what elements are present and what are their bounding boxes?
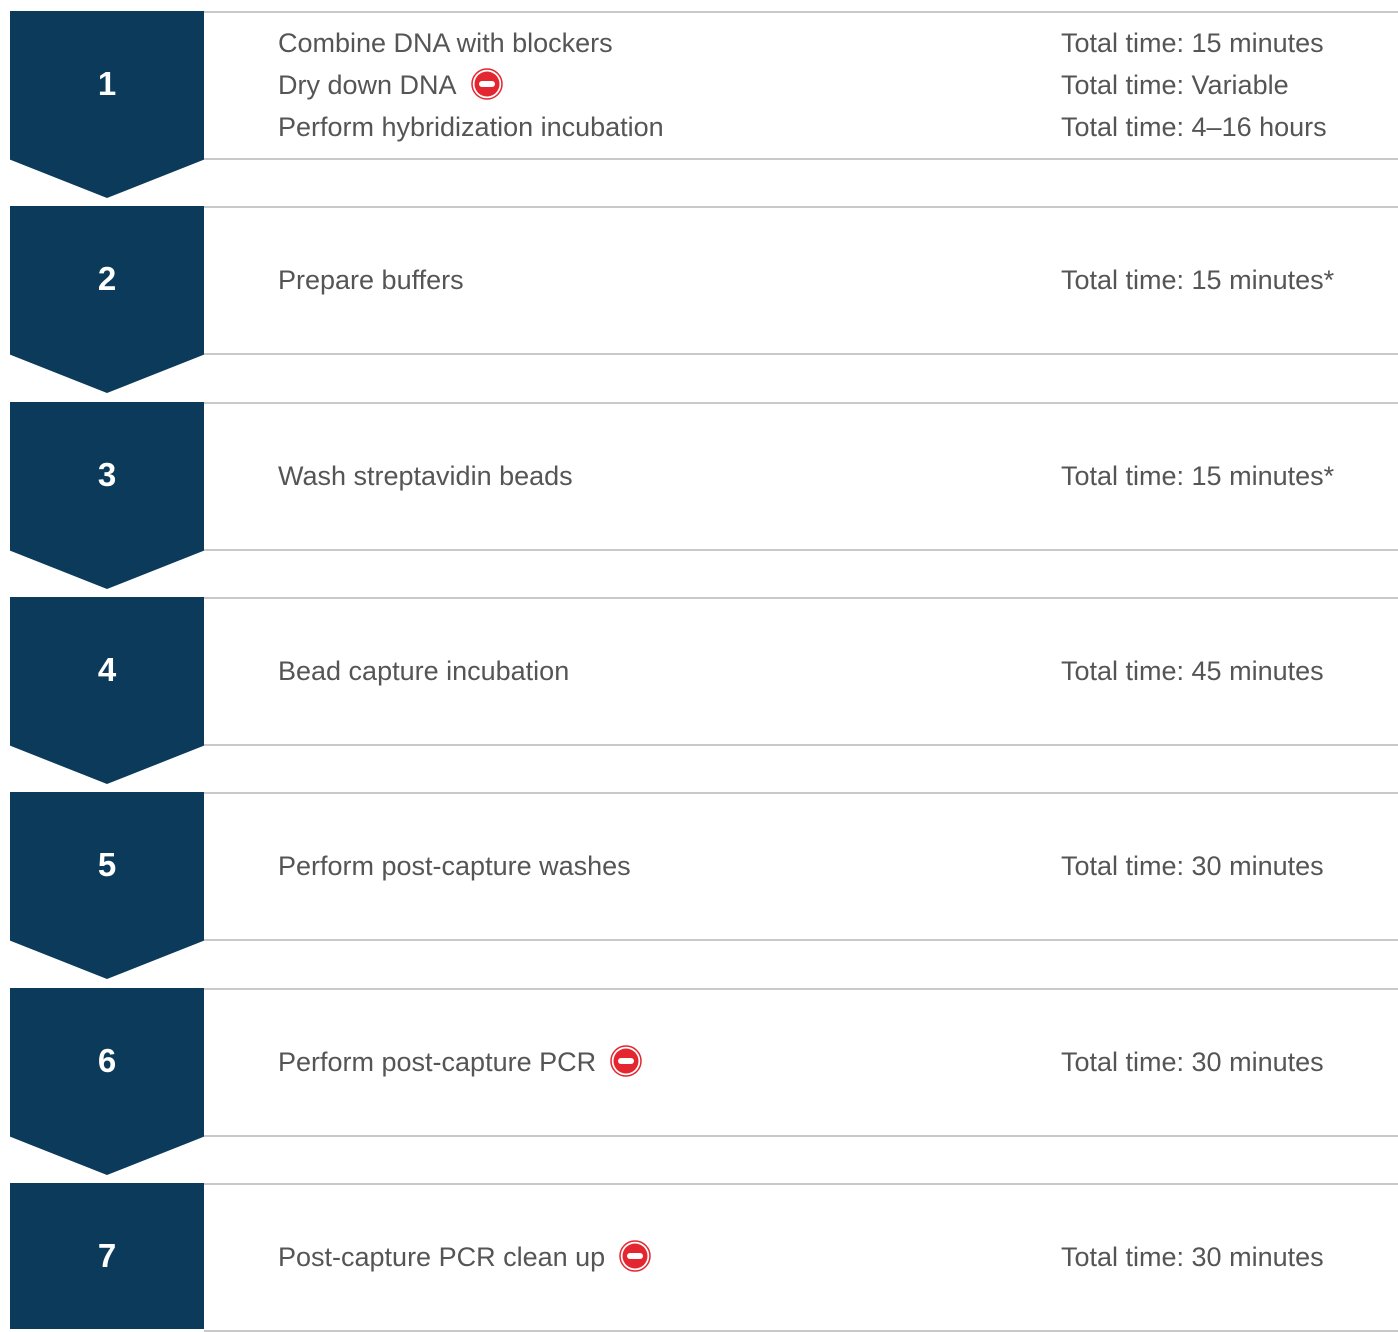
task-row: Prepare buffers Total time: 15 minutes* — [278, 259, 1378, 301]
task-total-time: Total time: 30 minutes — [1061, 1242, 1324, 1272]
task-total-time: Total time: 15 minutes* — [1061, 265, 1335, 295]
task-row: Perform post-capture washes Total time: 3… — [278, 845, 1378, 887]
task-name: Perform post-capture PCR — [278, 1047, 597, 1077]
workflow-step: 5 Perform post-capture washes Total time: … — [0, 781, 1398, 979]
step-divider-bottom — [204, 549, 1398, 551]
step-divider-top — [204, 206, 1398, 208]
workflow-step: 7 Post-capture PCR clean up Total time: 30… — [0, 1172, 1398, 1332]
task-list: Wash streptavidin beads Total time: 15 mi… — [278, 413, 1378, 539]
workflow-step: 4 Bead capture incubation Total time: 45 m… — [0, 586, 1398, 784]
stop-icon — [470, 68, 503, 101]
task-list: Prepare buffers Total time: 15 minutes* — [278, 217, 1378, 343]
task-total-time: Total time: 15 minutes — [1061, 28, 1324, 58]
task-name: Bead capture incubation — [278, 656, 570, 686]
step-divider-top — [204, 792, 1398, 794]
workflow-step: 1 Combine DNA with blockers Total time: 15… — [0, 0, 1398, 198]
task-name: Prepare buffers — [278, 265, 464, 295]
step-divider-bottom — [204, 353, 1398, 355]
step-number: 7 — [97, 1237, 117, 1274]
task-row: Perform post-capture PCR Total time: 30 m… — [278, 1041, 1378, 1083]
step-divider-top — [204, 11, 1398, 13]
task-row: Dry down DNA Total time: Variable — [278, 64, 1378, 106]
step-divider-bottom — [204, 158, 1398, 160]
stop-icon — [619, 1240, 651, 1273]
step-number: 6 — [97, 1042, 117, 1079]
workflow-diagram: 1 Combine DNA with blockers Total time: 15… — [0, 0, 1398, 1332]
task-total-time: Total time: 45 minutes — [1061, 656, 1324, 686]
stop-icon — [610, 1045, 642, 1078]
task-row: Bead capture incubation Total time: 45 mi… — [278, 650, 1378, 692]
workflow-step: 6 Perform post-capture PCR Total time: 30 … — [0, 977, 1398, 1175]
task-name: Perform hybridization incubation — [278, 112, 664, 142]
task-name: Dry down DNA — [278, 70, 457, 100]
task-name: Combine DNA with blockers — [278, 28, 613, 58]
step-number: 5 — [97, 846, 117, 883]
step-number: 1 — [97, 65, 117, 102]
workflow-step: 2 Prepare buffers Total time: 15 minutes* — [0, 195, 1398, 393]
step-divider-bottom — [204, 939, 1398, 941]
task-name: Wash streptavidin beads — [278, 461, 573, 491]
task-list: Perform post-capture washes Total time: 3… — [278, 803, 1378, 929]
task-row: Wash streptavidin beads Total time: 15 mi… — [278, 455, 1378, 497]
step-divider-top — [204, 597, 1398, 599]
step-divider-top — [204, 1183, 1398, 1185]
task-total-time: Total time: 4–16 hours — [1061, 112, 1327, 142]
task-row: Combine DNA with blockers Total time: 15 … — [278, 22, 1378, 64]
step-divider-bottom — [204, 744, 1398, 746]
task-name: Post-capture PCR clean up — [278, 1242, 606, 1272]
step-divider-top — [204, 988, 1398, 990]
task-list: Combine DNA with blockers Total time: 15 … — [278, 22, 1378, 148]
task-total-time: Total time: 15 minutes* — [1061, 461, 1335, 491]
task-list: Bead capture incubation Total time: 45 mi… — [278, 608, 1378, 734]
task-name: Perform post-capture washes — [278, 851, 631, 881]
task-total-time: Total time: Variable — [1061, 70, 1289, 100]
task-total-time: Total time: 30 minutes — [1061, 851, 1324, 881]
step-number: 2 — [97, 260, 117, 297]
step-divider-top — [204, 402, 1398, 404]
task-row: Perform hybridization incubation Total ti… — [278, 106, 1378, 148]
step-divider-bottom — [204, 1135, 1398, 1137]
task-list: Perform post-capture PCR Total time: 30 m… — [278, 999, 1378, 1125]
step-number: 4 — [97, 651, 117, 688]
task-list: Post-capture PCR clean up Total time: 30 … — [278, 1194, 1378, 1320]
workflow-step: 3 Wash streptavidin beads Total time: 15 m… — [0, 391, 1398, 589]
step-number: 3 — [97, 456, 117, 493]
task-row: Post-capture PCR clean up Total time: 30 … — [278, 1236, 1378, 1278]
task-total-time: Total time: 30 minutes — [1061, 1047, 1324, 1077]
